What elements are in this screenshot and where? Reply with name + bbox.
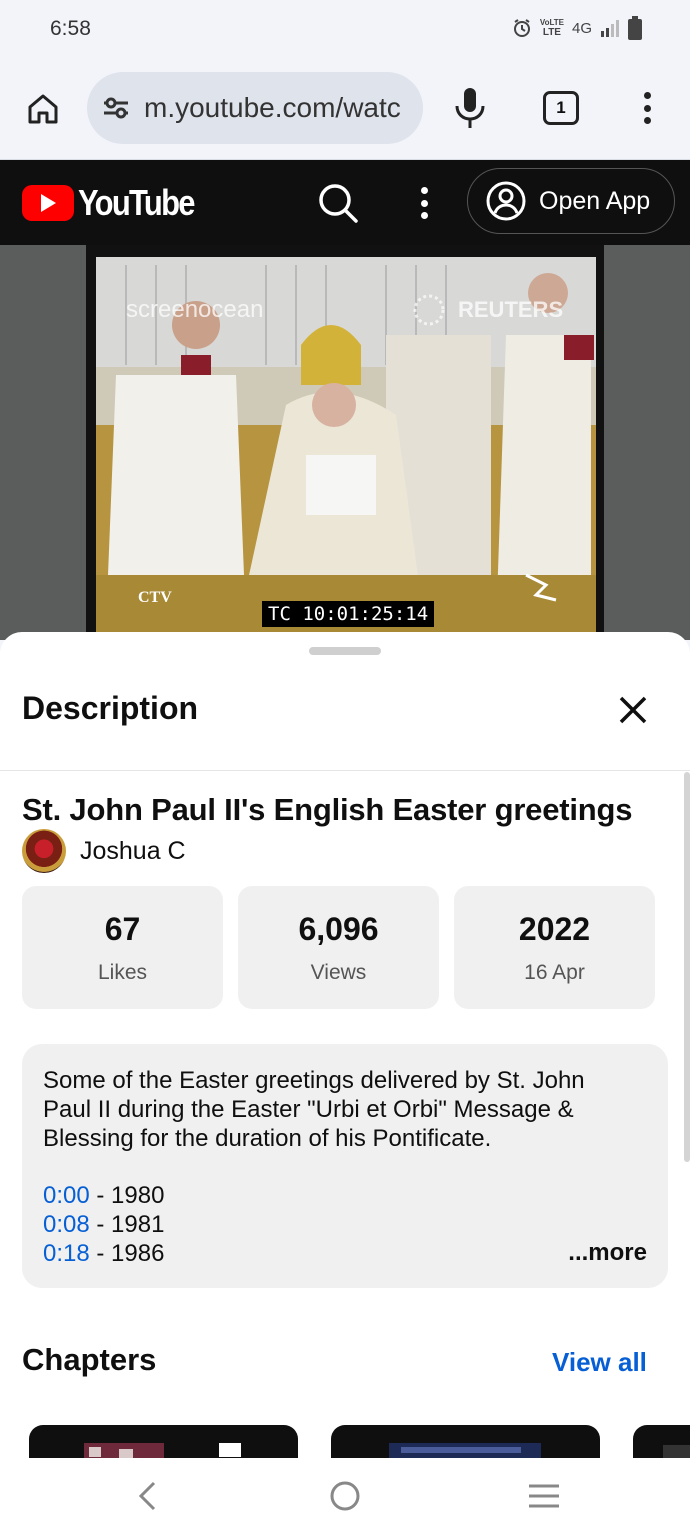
channel-link[interactable]: Joshua C	[22, 829, 186, 873]
close-icon[interactable]	[615, 692, 651, 728]
stat-value: 67	[104, 910, 141, 947]
volte-indicator: VoLTE LTE	[540, 18, 564, 38]
status-bar: 6:58 VoLTE LTE 4G	[0, 0, 690, 58]
stat-label: 16 Apr	[524, 960, 585, 984]
video-title: St. John Paul II's English Easter greeti…	[22, 792, 633, 827]
list-item: 0:08 - 1981	[43, 1211, 165, 1238]
open-app-label: Open App	[539, 186, 651, 215]
menu-dot-icon	[643, 104, 651, 112]
back-icon[interactable]	[135, 1480, 159, 1512]
more-button[interactable]: ...more	[568, 1238, 647, 1267]
timecode-overlay: TC 10:01:25:14	[262, 601, 435, 627]
signal-icon	[601, 20, 619, 37]
timestamp-link[interactable]: 0:00	[43, 1182, 90, 1209]
menu-dot-icon	[420, 212, 428, 219]
browser-menu-button[interactable]	[636, 88, 658, 128]
video-frame[interactable]: screenocean REUTERS CTV TC 10:01:25:14	[86, 245, 604, 640]
timestamp-year: 1986	[111, 1240, 165, 1267]
alarm-icon	[513, 19, 530, 37]
timestamp-year: 1981	[111, 1211, 165, 1238]
home-icon	[28, 94, 58, 124]
chapter-thumbnail[interactable]	[633, 1425, 690, 1458]
sheet-title: Description	[22, 690, 199, 726]
likes-stat: 67 Likes	[22, 886, 223, 1009]
list-item: 0:18 - 1986	[43, 1240, 165, 1267]
battery-icon	[628, 16, 642, 40]
youtube-header: YouTube Open App	[0, 160, 690, 245]
timestamp-link[interactable]: 0:18	[43, 1240, 90, 1267]
open-app-button[interactable]: Open App	[467, 168, 675, 234]
timestamp-year: 1980	[111, 1182, 165, 1209]
overlay-right-text: REUTERS	[458, 297, 563, 322]
site-settings-icon[interactable]	[102, 94, 130, 122]
system-navigation-bar	[0, 1458, 690, 1533]
date-stat: 2022 16 Apr	[454, 886, 655, 1009]
browser-toolbar: m.youtube.com/watc 1	[0, 58, 690, 160]
sheet-drag-handle[interactable]	[309, 647, 381, 655]
menu-dot-icon	[420, 187, 428, 194]
menu-dot-icon	[643, 92, 651, 99]
avatar[interactable]	[22, 829, 66, 873]
stat-label: Views	[310, 960, 367, 984]
view-all-button[interactable]: View all	[552, 1347, 647, 1378]
chapter-thumbnail[interactable]	[29, 1425, 298, 1458]
video-player[interactable]: screenocean REUTERS CTV TC 10:01:25:14	[0, 245, 690, 640]
overlay-corner-text: CTV	[138, 589, 172, 606]
microphone-icon[interactable]	[452, 86, 488, 130]
chapters-heading: Chapters	[22, 1342, 157, 1377]
timestamp-link[interactable]: 0:08	[43, 1211, 90, 1238]
youtube-menu-button[interactable]	[416, 184, 432, 222]
channel-name[interactable]: Joshua C	[80, 837, 186, 866]
search-icon[interactable]	[317, 182, 359, 224]
stat-value: 6,096	[298, 910, 379, 947]
home-circle-icon[interactable]	[329, 1480, 361, 1512]
stat-label: Likes	[97, 960, 148, 984]
youtube-play-icon	[22, 185, 74, 221]
stats-row: 67 Likes 6,096 Views 2022 16 Apr	[22, 886, 655, 1009]
sheet-divider	[0, 770, 690, 771]
network-type: 4G	[571, 19, 592, 37]
home-button[interactable]	[22, 88, 64, 130]
list-item: 0:00 - 1980	[43, 1182, 165, 1209]
status-icons: VoLTE LTE 4G	[512, 16, 642, 40]
overlay-left-text: screenocean	[126, 296, 263, 323]
chapter-thumbnail[interactable]	[331, 1425, 600, 1458]
description-text: Some of the Easter greetings delivered b…	[43, 1067, 585, 1152]
address-bar[interactable]: m.youtube.com/watc	[87, 72, 423, 144]
stat-value: 2022	[518, 910, 591, 947]
account-icon	[486, 181, 526, 221]
views-stat: 6,096 Views	[238, 886, 439, 1009]
tab-switcher-button[interactable]: 1	[543, 91, 579, 125]
lte-label: LTE	[542, 27, 561, 38]
youtube-logo[interactable]: YouTube	[22, 182, 213, 224]
description-box[interactable]: Some of the Easter greetings delivered b…	[22, 1044, 668, 1288]
description-sheet: Description St. John Paul II's English E…	[0, 632, 690, 1458]
timestamp-list: 0:00 - 1980 0:08 - 1981 0:18 - 1986	[43, 1181, 647, 1268]
url-text: m.youtube.com/watc	[144, 92, 401, 123]
status-time: 6:58	[50, 17, 91, 40]
video-still: screenocean REUTERS CTV	[86, 245, 604, 640]
menu-dot-icon	[420, 199, 428, 207]
youtube-logo-text: YouTube	[78, 182, 196, 223]
recents-icon[interactable]	[527, 1480, 561, 1512]
menu-dot-icon	[643, 117, 651, 124]
scrollbar[interactable]	[684, 772, 690, 1162]
